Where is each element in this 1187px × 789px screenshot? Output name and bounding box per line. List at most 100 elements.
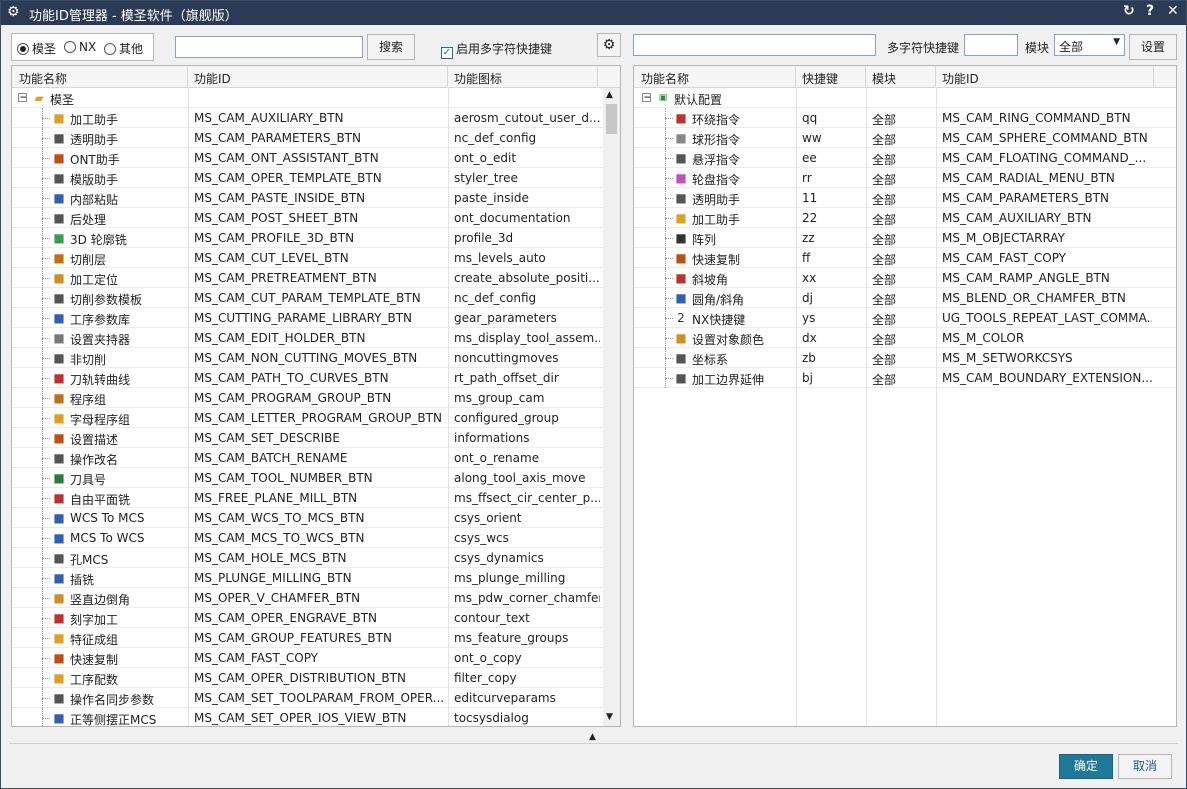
table-row[interactable]: ■ ONT助手 MS_CAM_ONT_ASSISTANT_BTN ont_o_edit — [12, 148, 620, 168]
table-row[interactable]: ■ 斜坡角 xx 全部 MS_CAM_RAMP_ANGLE_BTN — [634, 268, 1176, 288]
table-row[interactable]: ■ 工序参数库 MS_CUTTING_PARAME_LIBRARY_BTN gear_… — [12, 308, 620, 328]
table-row[interactable]: ■ 圆角/斜角 dj 全部 MS_BLEND_OR_CHAMFER_BTN — [634, 288, 1176, 308]
radio-nx[interactable]: NX — [64, 40, 96, 54]
table-row[interactable]: ■ 透明助手 MS_CAM_PARAMETERS_BTN nc_def_config — [12, 128, 620, 148]
table-row[interactable]: ■ 加工助手 22 全部 MS_CAM_AUXILIARY_BTN — [634, 208, 1176, 228]
table-row[interactable]: ■ 特征成组 MS_CAM_GROUP_FEATURES_BTN ms_feature… — [12, 628, 620, 648]
table-row[interactable]: ■ 竖直边倒角 MS_OPER_V_CHAMFER_BTN ms_pdw_corner… — [12, 588, 620, 608]
module-cell: 全部 — [872, 213, 897, 227]
radio-mosheng-label: 模圣 — [32, 42, 57, 56]
module-cell: 全部 — [872, 293, 897, 307]
ok-button[interactable]: 确定 — [1059, 754, 1113, 779]
col-module[interactable]: 模块 — [872, 70, 896, 87]
table-row[interactable]: ■ 快速复制 MS_CAM_FAST_COPY ont_o_copy — [12, 648, 620, 668]
search-button[interactable]: 搜索 — [367, 34, 415, 60]
function-id-cell: MS_CAM_OPER_TEMPLATE_BTN — [194, 171, 382, 185]
function-name-cell: 坐标系 — [692, 353, 729, 367]
table-row[interactable]: ■ 内部粘贴 MS_CAM_PASTE_INSIDE_BTN paste_inside — [12, 188, 620, 208]
table-row[interactable]: ■ WCS To MCS MS_CAM_WCS_TO_MCS_BTN csys_ori… — [12, 508, 620, 528]
table-row[interactable]: ■ 字母程序组 MS_CAM_LETTER_PROGRAM_GROUP_BTN con… — [12, 408, 620, 428]
table-row[interactable]: ■ 工序配数 MS_CAM_OPER_DISTRIBUTION_BTN filter_… — [12, 668, 620, 688]
table-row[interactable]: ■ 后处理 MS_CAM_POST_SHEET_BTN ont_documentati… — [12, 208, 620, 228]
scroll-up-icon[interactable]: ▲ — [606, 90, 613, 100]
table-row[interactable]: ■ 坐标系 zb 全部 MS_M_SETWORKCSYS — [634, 348, 1176, 368]
table-row[interactable]: ■ 插铣 MS_PLUNGE_MILLING_BTN ms_plunge_millin… — [12, 568, 620, 588]
tree-root-row[interactable]: − ▰ 模圣 — [12, 88, 620, 108]
table-row[interactable]: ■ 透明助手 11 全部 MS_CAM_PARAMETERS_BTN — [634, 188, 1176, 208]
holder-icon: ■ — [53, 331, 65, 345]
collapse-icon[interactable]: − — [18, 93, 27, 102]
table-row[interactable]: ■ 阵列 zz 全部 MS_M_OBJECTARRAY — [634, 228, 1176, 248]
col-function-icon[interactable]: 功能图标 — [454, 70, 502, 87]
table-row[interactable]: ■ 设置对象颜色 dx 全部 MS_M_COLOR — [634, 328, 1176, 348]
table-row[interactable]: ■ 3D 轮廓铣 MS_CAM_PROFILE_3D_BTN profile_3d — [12, 228, 620, 248]
tree-root-row[interactable]: − ▣ 默认配置 — [634, 88, 1176, 108]
settings-gear-button[interactable]: ⚙ — [597, 33, 621, 57]
function-id-cell: MS_CAM_CUT_LEVEL_BTN — [194, 251, 349, 265]
table-row[interactable]: ■ 设置描述 MS_CAM_SET_DESCRIBE informations — [12, 428, 620, 448]
table-row[interactable]: ■ 正等侧摆正MCS MS_CAM_SET_OPER_IOS_VIEW_BTN toc… — [12, 708, 620, 726]
table-row[interactable]: ■ 非切削 MS_CAM_NON_CUTTING_MOVES_BTN noncutti… — [12, 348, 620, 368]
radio-mosheng[interactable]: 模圣 — [17, 40, 56, 57]
function-name-cell: 切削参数模板 — [70, 293, 143, 307]
profile-3d-icon: ■ — [53, 231, 65, 245]
table-row[interactable]: ■ 轮盘指令 rr 全部 MS_CAM_RADIAL_MENU_BTN — [634, 168, 1176, 188]
col-function-name[interactable]: 功能名称 — [19, 70, 67, 87]
table-row[interactable]: ■ 加工助手 MS_CAM_AUXILIARY_BTN aerosm_cutout_u… — [12, 108, 620, 128]
function-name-cell: 球形指令 — [692, 133, 741, 147]
left-search-input[interactable] — [175, 36, 363, 58]
shortcut-input[interactable] — [964, 34, 1018, 56]
col-shortcut[interactable]: 快捷键 — [802, 70, 838, 87]
radio-other[interactable]: 其他 — [104, 40, 143, 57]
table-row[interactable]: ■ 切削参数模板 MS_CAM_CUT_PARAM_TEMPLATE_BTN nc_d… — [12, 288, 620, 308]
multichar-shortcut-checkbox[interactable]: ✓ 启用多字符快捷键 — [441, 40, 552, 59]
table-row[interactable]: ■ 悬浮指令 ee 全部 MS_CAM_FLOATING_COMMAND_... — [634, 148, 1176, 168]
table-row[interactable]: ■ 程序组 MS_CAM_PROGRAM_GROUP_BTN ms_group_cam — [12, 388, 620, 408]
col-function-name[interactable]: 功能名称 — [641, 70, 689, 87]
table-row[interactable]: ■ 球形指令 ww 全部 MS_CAM_SPHERE_COMMAND_BTN — [634, 128, 1176, 148]
col-function-id[interactable]: 功能ID — [194, 70, 231, 87]
refresh-icon[interactable]: ↻ — [1123, 3, 1135, 19]
expand-up-icon[interactable]: ▲ — [589, 732, 596, 742]
table-row[interactable]: ■ 操作改名 MS_CAM_BATCH_RENAME ont_o_rename — [12, 448, 620, 468]
table-row[interactable]: ■ 刀轨转曲线 MS_CAM_PATH_TO_CURVES_BTN rt_path_o… — [12, 368, 620, 388]
scroll-down-icon[interactable]: ▼ — [606, 712, 613, 722]
table-row[interactable]: ■ 设置夹持器 MS_CAM_EDIT_HOLDER_BTN ms_display_t… — [12, 328, 620, 348]
folder-star-icon: ■ — [53, 111, 65, 125]
function-name-cell: 3D 轮廓铣 — [70, 233, 127, 247]
table-row[interactable]: ■ 操作名同步参数 MS_CAM_SET_TOOLPARAM_FROM_OPER..… — [12, 688, 620, 708]
function-id-cell: MS_CUTTING_PARAME_LIBRARY_BTN — [194, 311, 413, 325]
collapse-icon[interactable]: − — [642, 93, 651, 102]
col-function-id[interactable]: 功能ID — [942, 70, 979, 87]
function-name-cell: 刀具号 — [70, 473, 107, 487]
table-row[interactable]: ■ 模版助手 MS_CAM_OPER_TEMPLATE_BTN styler_tree — [12, 168, 620, 188]
module-select[interactable]: 全部 ▼ — [1054, 34, 1125, 56]
table-row[interactable]: ■ 加工定位 MS_CAM_PRETREATMENT_BTN create_absol… — [12, 268, 620, 288]
function-name-cell: 竖直边倒角 — [70, 593, 131, 607]
settings-button[interactable]: 设置 — [1129, 34, 1177, 60]
csys-wcs-icon: ■ — [53, 531, 65, 545]
table-row[interactable]: ■ 环绕指令 qq 全部 MS_CAM_RING_COMMAND_BTN — [634, 108, 1176, 128]
left-scrollbar[interactable]: ▲ ▼ — [603, 88, 620, 726]
table-row[interactable]: ■ 孔MCS MS_CAM_HOLE_MCS_BTN csys_dynamics — [12, 548, 620, 568]
shortcut-cell: ff — [802, 251, 811, 265]
table-row[interactable]: ■ MCS To WCS MS_CAM_MCS_TO_WCS_BTN csys_wcs — [12, 528, 620, 548]
table-row[interactable]: ■ 加工边界延伸 bj 全部 MS_CAM_BOUNDARY_EXTENSION... — [634, 368, 1176, 388]
table-row[interactable]: ■ 切削层 MS_CAM_CUT_LEVEL_BTN ms_levels_auto — [12, 248, 620, 268]
table-row[interactable]: ■ 刀具号 MS_CAM_TOOL_NUMBER_BTN along_tool_axi… — [12, 468, 620, 488]
function-name-cell: 插铣 — [70, 573, 95, 587]
tree-root-label: 模圣 — [50, 93, 75, 107]
function-icon-cell: ms_feature_groups — [454, 631, 569, 645]
module-label: 模块 — [1025, 41, 1050, 55]
scroll-thumb[interactable] — [606, 104, 617, 134]
cancel-button[interactable]: 取消 — [1118, 754, 1172, 779]
close-icon[interactable]: ✕ — [1167, 3, 1179, 19]
table-row[interactable]: ■ 自由平面铣 MS_FREE_PLANE_MILL_BTN ms_ffsect_ci… — [12, 488, 620, 508]
table-row[interactable]: ■ 快速复制 ff 全部 MS_CAM_FAST_COPY — [634, 248, 1176, 268]
function-list-table: 功能名称 功能ID 功能图标 − ▰ 模圣 ■ 加工助手 MS_CAM_AUXILI… — [11, 65, 621, 727]
boundary-icon: ■ — [675, 371, 687, 385]
table-row[interactable]: 2 NX快捷键 ys 全部 UG_TOOLS_REPEAT_LAST_COMMA... — [634, 308, 1176, 328]
right-search-input[interactable] — [633, 34, 876, 56]
help-icon[interactable]: ? — [1146, 3, 1154, 19]
table-row[interactable]: ■ 刻字加工 MS_CAM_OPER_ENGRAVE_BTN contour_text — [12, 608, 620, 628]
